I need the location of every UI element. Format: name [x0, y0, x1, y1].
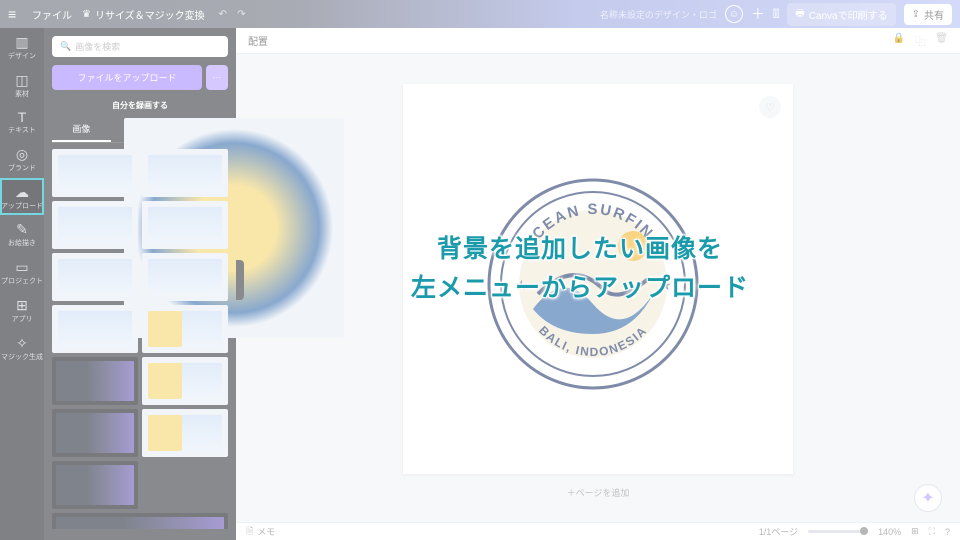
- share-button[interactable]: ⇪共有: [904, 4, 952, 25]
- undo-icon[interactable]: ↶: [219, 9, 227, 20]
- svg-text:★: ★: [659, 277, 672, 293]
- upload-more-button[interactable]: ⋯: [206, 65, 228, 90]
- rail-magic[interactable]: ✧マジック生成: [0, 329, 44, 367]
- position-label[interactable]: 配置: [248, 33, 268, 48]
- rail-design[interactable]: ▥デザイン: [0, 28, 44, 66]
- upload-thumb[interactable]: [142, 253, 228, 301]
- topbar: ≡ ファイル ♛ リサイズ＆マジック変換 ↶ ↷ 名称未設定のデザイン・ロゴ ☺…: [0, 0, 960, 28]
- page-indicator[interactable]: 1/1ページ: [759, 525, 798, 538]
- rail-projects[interactable]: ▭プロジェクト: [0, 253, 44, 291]
- artboard[interactable]: ♡ OCEAN SURFING BALI, INDONESIA ★: [403, 84, 793, 474]
- upload-thumb[interactable]: [142, 357, 228, 405]
- upload-button[interactable]: ファイルをアップロード: [52, 65, 202, 90]
- upload-thumb[interactable]: [52, 409, 138, 457]
- fullscreen-icon[interactable]: ⛶: [929, 526, 935, 537]
- notes-icon[interactable]: 🗎: [246, 524, 253, 540]
- trash-icon[interactable]: 🗑: [935, 33, 948, 48]
- left-rail: ▥デザイン ◫素材 Tテキスト ◎ブランド ☁アップロード ✎お絵描き ▭プロジ…: [0, 28, 44, 540]
- search-icon: 🔍: [60, 41, 71, 52]
- search-input[interactable]: 🔍 画像を検索: [52, 36, 228, 57]
- upload-thumb[interactable]: [52, 149, 138, 197]
- canvas-area: 配置 🔒 ⿻ 🗑 ♡ OCEAN SURFING: [236, 28, 960, 522]
- notes-label[interactable]: メモ: [257, 525, 275, 538]
- resize-menu[interactable]: リサイズ＆マジック変換: [91, 5, 209, 24]
- chart-icon[interactable]: ⫿⫿: [773, 9, 779, 20]
- redo-icon[interactable]: ↷: [237, 9, 245, 20]
- logo-image[interactable]: OCEAN SURFING BALI, INDONESIA ★ ★: [483, 174, 703, 394]
- upload-thumb[interactable]: [52, 461, 138, 509]
- upload-thumb[interactable]: [142, 305, 228, 353]
- upload-thumb[interactable]: [142, 409, 228, 457]
- crown-icon: ♛: [82, 9, 91, 20]
- add-page-button[interactable]: ＋ページを追加: [567, 486, 630, 499]
- rail-apps[interactable]: ⊞アプリ: [0, 291, 44, 329]
- magic-fab[interactable]: ✦: [914, 484, 942, 512]
- zoom-value[interactable]: 140%: [878, 527, 901, 537]
- search-placeholder: 画像を検索: [75, 40, 120, 53]
- chat-icon[interactable]: ☺: [725, 5, 743, 23]
- upload-thumb[interactable]: [52, 201, 138, 249]
- bottom-bar: 🗎 メモ 1/1ページ 140% ⊞ ⛶ ?: [236, 522, 960, 540]
- copy-icon[interactable]: ⿻: [915, 33, 925, 48]
- context-toolbar: 配置 🔒 ⿻ 🗑: [236, 28, 960, 54]
- help-icon[interactable]: ?: [945, 527, 950, 537]
- record-button[interactable]: 自分を録画する: [52, 96, 228, 117]
- design-title[interactable]: 名称未設定のデザイン・ロゴ: [600, 8, 717, 21]
- rail-text[interactable]: Tテキスト: [0, 103, 44, 140]
- like-icon[interactable]: ♡: [759, 96, 781, 118]
- upload-panel: 🔍 画像を検索 ファイルをアップロード ⋯ 自分を録画する 画像 動画 オーディ…: [44, 28, 236, 540]
- add-icon[interactable]: ＋: [751, 4, 765, 24]
- menu-icon[interactable]: ≡: [8, 6, 26, 22]
- upload-thumb[interactable]: [142, 149, 228, 197]
- rail-elements[interactable]: ◫素材: [0, 66, 44, 104]
- upload-thumb[interactable]: [52, 305, 138, 353]
- rail-draw[interactable]: ✎お絵描き: [0, 215, 44, 253]
- tab-image[interactable]: 画像: [52, 117, 111, 142]
- file-menu[interactable]: ファイル: [32, 7, 72, 22]
- stage[interactable]: ♡ OCEAN SURFING BALI, INDONESIA ★: [236, 54, 960, 522]
- upload-thumb[interactable]: [52, 253, 138, 301]
- upload-thumb[interactable]: [142, 201, 228, 249]
- upload-thumb[interactable]: [52, 513, 228, 529]
- upload-thumb[interactable]: [52, 357, 138, 405]
- lock-icon[interactable]: 🔒: [893, 33, 905, 48]
- grid-view-icon[interactable]: ⊞: [911, 526, 919, 537]
- panel-collapse-handle[interactable]: [236, 260, 244, 300]
- rail-upload[interactable]: ☁アップロード: [0, 178, 44, 216]
- svg-text:★: ★: [515, 277, 528, 293]
- rail-brand[interactable]: ◎ブランド: [0, 140, 44, 178]
- print-button[interactable]: 🖶Canvaで印刷する: [787, 3, 895, 26]
- upload-grid: [52, 149, 228, 529]
- zoom-slider[interactable]: [808, 530, 868, 533]
